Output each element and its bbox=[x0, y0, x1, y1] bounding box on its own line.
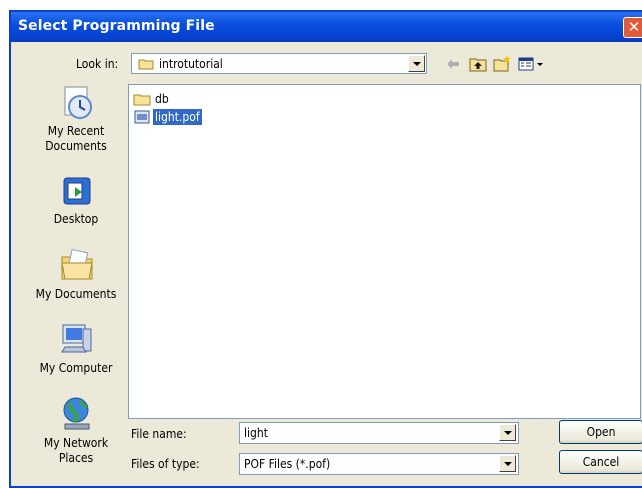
file-name: light.pof bbox=[153, 109, 202, 125]
place-my-computer[interactable]: My Computer bbox=[29, 321, 123, 383]
close-icon: ✕ bbox=[627, 18, 641, 36]
file-icon bbox=[134, 110, 150, 124]
place-label: My Recent Documents bbox=[45, 124, 107, 153]
view-menu-icon[interactable] bbox=[517, 54, 547, 74]
place-my-documents[interactable]: My Documents bbox=[29, 245, 123, 309]
files-of-type-select[interactable]: POF Files (*.pof) bbox=[239, 453, 519, 475]
select-programming-file-dialog: Select Programming File ✕ Look in: intro… bbox=[9, 10, 642, 488]
file-name-label: File name: bbox=[131, 427, 187, 441]
title-bar[interactable]: Select Programming File ✕ bbox=[11, 12, 642, 42]
file-name-input[interactable]: light bbox=[239, 422, 519, 444]
list-item-db[interactable]: db bbox=[133, 91, 253, 107]
my-computer-icon bbox=[61, 324, 92, 353]
folder-icon bbox=[138, 59, 154, 70]
file-list[interactable]: db light.pof bbox=[128, 84, 641, 419]
close-button[interactable]: ✕ bbox=[623, 17, 642, 38]
file-name-value: light bbox=[244, 426, 268, 440]
files-of-type-dropdown-button[interactable] bbox=[499, 455, 516, 472]
recent-documents-icon bbox=[64, 86, 92, 119]
look-in-dropdown-button[interactable] bbox=[408, 55, 425, 72]
dialog-title: Select Programming File bbox=[18, 18, 215, 34]
new-folder-icon[interactable] bbox=[492, 54, 512, 74]
look-in-value: introtutorial bbox=[159, 57, 223, 71]
files-of-type-value: POF Files (*.pof) bbox=[244, 457, 331, 471]
cancel-button[interactable]: Cancel bbox=[559, 450, 642, 474]
my-documents-icon bbox=[61, 248, 93, 280]
back-arrow-icon[interactable] bbox=[443, 54, 463, 74]
place-label: Desktop bbox=[53, 212, 99, 226]
place-label: My Documents bbox=[35, 287, 117, 301]
files-of-type-label: Files of type: bbox=[131, 457, 200, 471]
places-bar: My RecentDocuments Desktop My Documents bbox=[29, 85, 123, 480]
place-recent-documents[interactable]: My Recent Documents bbox=[29, 85, 123, 169]
look-in-label: Look in: bbox=[76, 57, 119, 71]
place-desktop[interactable]: Desktop bbox=[29, 175, 123, 235]
place-label: My Network Places bbox=[43, 436, 109, 465]
place-label: My Computer bbox=[39, 361, 113, 375]
look-in-combo[interactable]: introtutorial bbox=[131, 53, 427, 74]
open-button[interactable]: Open bbox=[559, 420, 642, 444]
desktop-icon bbox=[63, 177, 91, 205]
file-name-dropdown-button[interactable] bbox=[499, 424, 516, 441]
folder-icon bbox=[133, 94, 151, 106]
network-places-icon bbox=[63, 397, 90, 430]
file-name: db bbox=[155, 92, 169, 106]
up-one-level-icon[interactable] bbox=[468, 54, 488, 74]
place-network-places[interactable]: My Network Places bbox=[29, 395, 123, 465]
list-item-light-pof[interactable]: light.pof bbox=[133, 109, 253, 125]
